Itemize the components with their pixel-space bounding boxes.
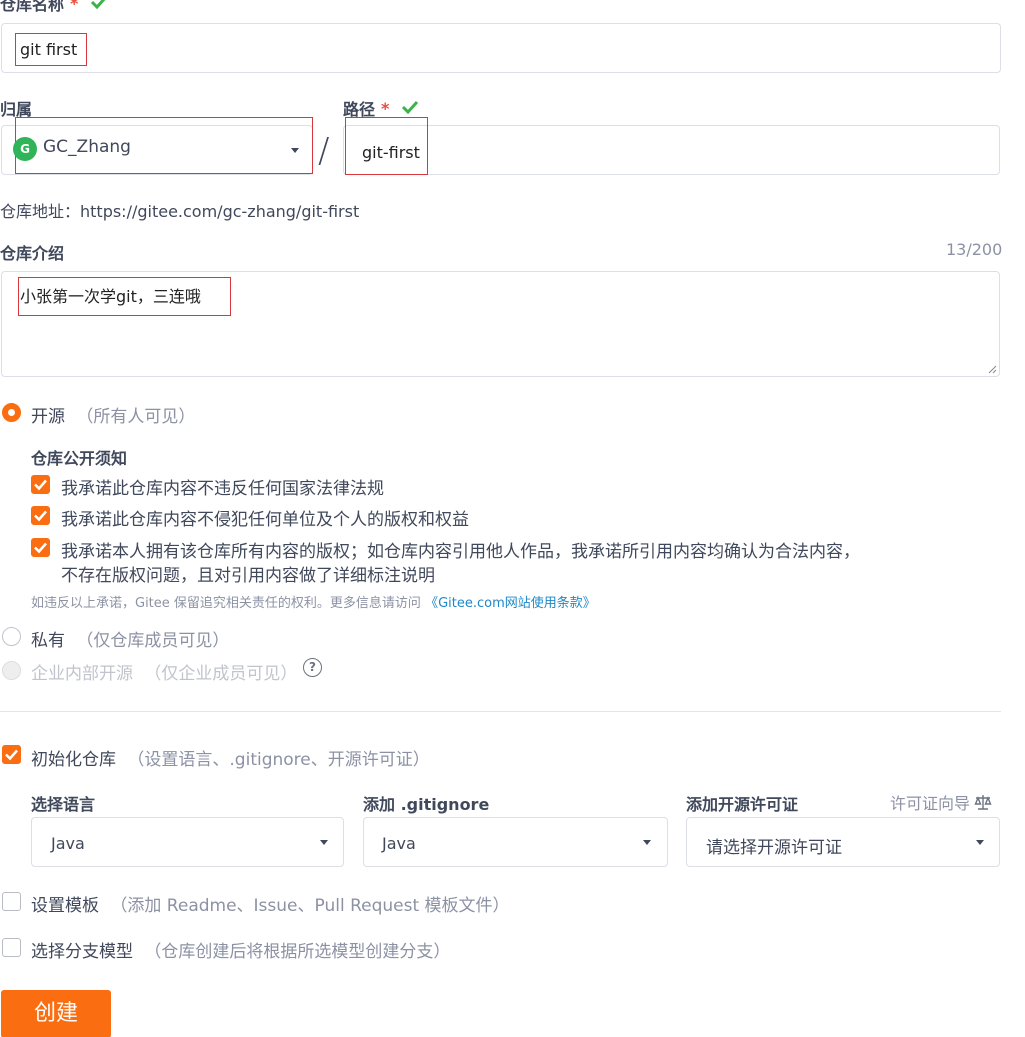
private-hint: （仅仓库成员可见）: [76, 631, 230, 651]
enterprise-label-row: 企业内部开源 （仅企业成员可见）: [31, 659, 297, 684]
init-repo-hint: （设置语言、.gitignore、开源许可证）: [127, 750, 430, 770]
owner-value: GC_Zhang: [43, 137, 131, 157]
path-value: git-first: [362, 143, 420, 162]
description-counter: 13/200: [946, 240, 1003, 259]
chevron-down-icon: [643, 840, 651, 845]
resize-handle-icon[interactable]: [987, 364, 997, 374]
branch-model-hint: （仓库创建后将根据所选模型创建分支）: [144, 942, 451, 962]
branch-model-checkbox[interactable]: [2, 938, 21, 957]
repo-name-value: git first: [15, 33, 87, 66]
description-value: 小张第一次学git，三连哦: [18, 277, 231, 316]
branch-model-label-row: 选择分支模型 （仓库创建后将根据所选模型创建分支）: [31, 937, 450, 962]
open-radio[interactable]: [2, 403, 21, 422]
promise-2-checkbox[interactable]: [31, 506, 50, 525]
promise-1-checkbox[interactable]: [31, 475, 50, 494]
required-mark: *: [381, 98, 390, 118]
template-label: 设置模板: [31, 896, 99, 916]
open-hint: （所有人可见）: [76, 407, 196, 427]
repo-name-label: 仓库名称: [0, 0, 65, 14]
required-mark: *: [70, 0, 79, 13]
enterprise-hint: （仅企业成员可见）: [144, 664, 298, 684]
open-label: 开源: [31, 407, 65, 427]
repo-name-label-row: 仓库名称 *: [0, 0, 108, 14]
promise-2-label: 我承诺此仓库内容不侵犯任何单位及个人的版权和权益: [61, 510, 469, 530]
valid-check-icon: [401, 99, 419, 118]
init-repo-label-row: 初始化仓库 （设置语言、.gitignore、开源许可证）: [31, 745, 430, 770]
gitignore-label: 添加 .gitignore: [363, 795, 490, 814]
promise-3-checkbox[interactable]: [31, 538, 50, 557]
chevron-down-icon: [976, 840, 984, 845]
private-label: 私有: [31, 631, 65, 651]
template-hint: （添加 Readme、Issue、Pull Request 模板文件）: [110, 896, 510, 916]
gitignore-value: Java: [382, 834, 416, 853]
license-guide-label: 许可证向导: [890, 794, 971, 813]
terms-link[interactable]: 《Gitee.com网站使用条款》: [425, 596, 596, 611]
chevron-down-icon: [291, 148, 299, 153]
branch-model-label: 选择分支模型: [31, 942, 133, 962]
owner-avatar: G: [13, 137, 37, 161]
license-value: 请选择开源许可证: [706, 838, 842, 858]
promise-3-label: 我承诺本人拥有该仓库所有内容的版权；如仓库内容引用他人作品，我承诺所引用内容均确…: [61, 542, 860, 562]
template-label-row: 设置模板 （添加 Readme、Issue、Pull Request 模板文件）: [31, 891, 510, 916]
enterprise-radio: [2, 661, 21, 680]
license-guide-link[interactable]: 许可证向导: [890, 790, 992, 814]
valid-check-icon: [90, 0, 108, 13]
open-label-row: 开源 （所有人可见）: [31, 402, 195, 427]
license-label: 添加开源许可证: [686, 795, 799, 814]
help-icon[interactable]: ?: [303, 658, 322, 677]
legal-note: 如违反以上承诺，Gitee 保留追究相关责任的权利。更多信息请访问: [31, 596, 421, 611]
private-radio[interactable]: [2, 627, 21, 646]
scale-icon: [974, 795, 992, 810]
path-separator: /: [318, 131, 330, 171]
template-checkbox[interactable]: [2, 892, 21, 911]
legal-note-row: 如违反以上承诺，Gitee 保留追究相关责任的权利。更多信息请访问 《Gitee…: [31, 592, 596, 611]
section-divider: [0, 711, 1001, 712]
language-label: 选择语言: [31, 795, 96, 814]
chevron-down-icon: [320, 840, 328, 845]
description-label: 仓库介绍: [0, 244, 65, 263]
create-button[interactable]: 创建: [1, 990, 111, 1037]
enterprise-label: 企业内部开源: [31, 664, 133, 684]
promise-3-label-cont: 不存在版权问题，且对引用内容做了详细标注说明: [61, 566, 435, 586]
language-value: Java: [51, 834, 85, 853]
promise-1-label: 我承诺此仓库内容不违反任何国家法律法规: [61, 479, 384, 499]
init-repo-label: 初始化仓库: [31, 750, 116, 770]
notice-title: 仓库公开须知: [31, 449, 128, 468]
repo-name-input[interactable]: [1, 23, 1001, 73]
private-label-row: 私有 （仅仓库成员可见）: [31, 626, 229, 651]
init-repo-checkbox[interactable]: [2, 745, 21, 764]
path-input[interactable]: [343, 125, 1000, 175]
repo-address: 仓库地址：https://gitee.com/gc-zhang/git-firs…: [0, 202, 360, 221]
